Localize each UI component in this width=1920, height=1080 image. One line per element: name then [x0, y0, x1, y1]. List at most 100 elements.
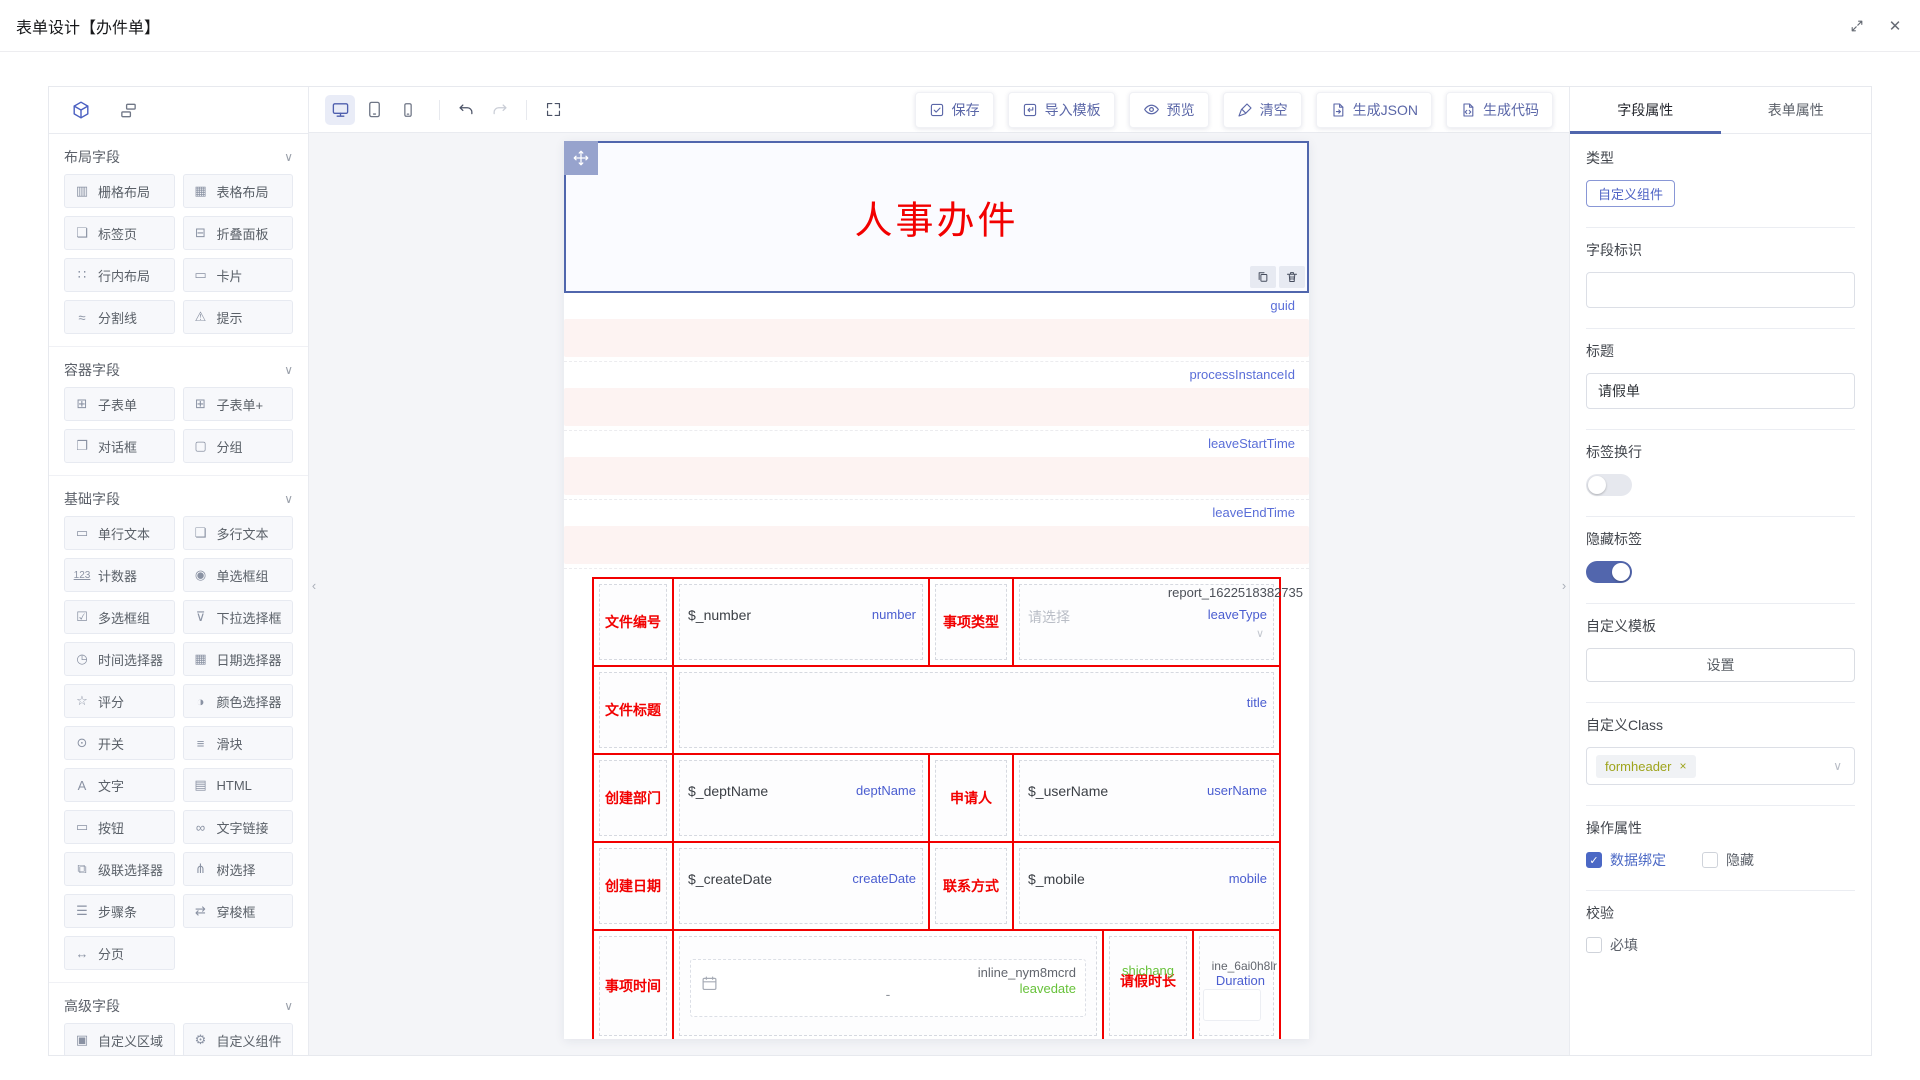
form-cell-daterange[interactable]: inline_nym8mcrdleavedate- — [674, 931, 1104, 1039]
sidebar-item[interactable]: ▢分组 — [183, 429, 294, 463]
duration-input[interactable] — [1203, 989, 1261, 1021]
checkbox-必填[interactable]: 必填 — [1586, 935, 1638, 955]
sidebar-item[interactable]: ⋔树选择 — [183, 852, 294, 886]
sidebar-item[interactable]: ▭按钮 — [64, 810, 175, 844]
form-cell-input[interactable]: $_deptNamedeptName — [674, 755, 930, 841]
form-cell-label[interactable]: 文件标题 — [594, 667, 674, 753]
checkbox-数据绑定[interactable]: ✓数据绑定 — [1586, 850, 1666, 870]
hidden-field-row[interactable]: processInstanceId — [564, 362, 1309, 431]
input-value[interactable]: $_number — [688, 607, 751, 623]
form-cell-input[interactable]: $_mobilemobile — [1014, 843, 1279, 929]
sidebar-item[interactable]: ▭卡片 — [183, 258, 294, 292]
form-cell-duration[interactable]: ine_6ai0h8lrDuration — [1194, 931, 1279, 1039]
section-header[interactable]: 基础字段∨ — [64, 482, 293, 516]
section-header[interactable]: 高级字段∨ — [64, 989, 293, 1023]
input-value[interactable]: $_userName — [1028, 783, 1108, 799]
template-settings-button[interactable]: 设置 — [1586, 648, 1855, 682]
sidebar-item[interactable]: ↔分页 — [64, 936, 175, 970]
section-header[interactable]: 布局字段∨ — [64, 140, 293, 174]
tree-icon[interactable] — [119, 101, 138, 120]
tab-form-properties[interactable]: 表单属性 — [1721, 87, 1872, 133]
close-icon[interactable]: ✕ — [1886, 17, 1904, 35]
sidebar-item[interactable]: ☰步骤条 — [64, 894, 175, 928]
sidebar-item[interactable]: ⧉级联选择器 — [64, 852, 175, 886]
hidden-field-input[interactable] — [564, 319, 1309, 357]
generate-json-button[interactable]: 生成JSON — [1316, 92, 1432, 128]
generate-code-button[interactable]: 生成代码 — [1446, 92, 1553, 128]
sidebar-item[interactable]: ◑颜色选择器 — [183, 684, 294, 718]
form-cell-input[interactable]: title — [674, 667, 1279, 753]
form-cell-label[interactable]: shichang请假时长 — [1104, 931, 1194, 1039]
sidebar-item[interactable]: ≈分割线 — [64, 300, 175, 334]
sidebar-item[interactable]: ⊽下拉选择框 — [183, 600, 294, 634]
sidebar-item[interactable]: ⊙开关 — [64, 726, 175, 760]
sidebar-item[interactable]: ⚠提示 — [183, 300, 294, 334]
form-cell-input[interactable]: $_numbernumber — [674, 579, 930, 665]
sidebar-item[interactable]: ▤HTML — [183, 768, 294, 802]
form-cell-label[interactable]: 创建部门 — [594, 755, 674, 841]
preview-button[interactable]: 预览 — [1129, 92, 1209, 128]
sidebar-item[interactable]: ⊞子表单+ — [183, 387, 294, 421]
form-cell-input[interactable]: $_userNameuserName — [1014, 755, 1279, 841]
sidebar-item[interactable]: ☆评分 — [64, 684, 175, 718]
checkbox-隐藏[interactable]: 隐藏 — [1702, 850, 1754, 870]
sidebar-item[interactable]: ◷时间选择器 — [64, 642, 175, 676]
sidebar-item[interactable]: ⇄穿梭框 — [183, 894, 294, 928]
sidebar-item[interactable]: ▦表格布局 — [183, 174, 294, 208]
sidebar-item[interactable]: ▦日期选择器 — [183, 642, 294, 676]
checkbox-box[interactable] — [1586, 937, 1602, 953]
hidden-field-row[interactable]: guid — [564, 293, 1309, 362]
desktop-icon[interactable] — [325, 95, 355, 125]
form-cell-input[interactable]: $_createDatecreateDate — [674, 843, 930, 929]
sidebar-item[interactable]: ∞文字链接 — [183, 810, 294, 844]
input-value[interactable]: $_deptName — [688, 783, 768, 799]
sidebar-item[interactable]: ∷行内布局 — [64, 258, 175, 292]
sidebar-item[interactable]: ⊞子表单 — [64, 387, 175, 421]
form-cell-label[interactable]: 事项时间 — [594, 931, 674, 1039]
section-header[interactable]: 容器字段∨ — [64, 353, 293, 387]
select-placeholder[interactable]: 请选择 — [1028, 607, 1070, 627]
redo-icon[interactable] — [486, 96, 514, 124]
hidden-field-row[interactable]: leaveStartTime — [564, 431, 1309, 500]
custom-class-select[interactable]: formheader × ∨ — [1586, 747, 1855, 785]
form-cell-label[interactable]: 创建日期 — [594, 843, 674, 929]
collapse-left-handle[interactable]: ‹ — [309, 563, 322, 607]
sidebar-item[interactable]: ▥栅格布局 — [64, 174, 175, 208]
import-template-button[interactable]: 导入模板 — [1008, 92, 1115, 128]
input-value[interactable]: $_mobile — [1028, 871, 1085, 887]
save-button[interactable]: 保存 — [915, 92, 994, 128]
tab-field-properties[interactable]: 字段属性 — [1570, 87, 1721, 133]
sidebar-item[interactable]: ☑多选框组 — [64, 600, 175, 634]
hidden-field-input[interactable] — [564, 457, 1309, 495]
remove-tag-icon[interactable]: × — [1679, 759, 1686, 773]
collapse-right-handle[interactable]: › — [1556, 563, 1569, 607]
form-cell-label[interactable]: 事项类型 — [930, 579, 1014, 665]
phone-icon[interactable] — [393, 95, 423, 125]
checkbox-box[interactable]: ✓ — [1586, 852, 1602, 868]
sidebar-item[interactable]: ▣自定义区域 — [64, 1023, 175, 1055]
move-handle-icon[interactable] — [564, 141, 598, 175]
resize-icon[interactable] — [1848, 17, 1866, 35]
cube-icon[interactable] — [71, 100, 91, 120]
title-input[interactable] — [1586, 373, 1855, 409]
sidebar-item[interactable]: ▭单行文本 — [64, 516, 175, 550]
input-value[interactable]: $_createDate — [688, 871, 772, 887]
clear-button[interactable]: 清空 — [1223, 92, 1302, 128]
sidebar-item[interactable]: ≡滑块 — [183, 726, 294, 760]
sidebar-item[interactable]: ❐对话框 — [64, 429, 175, 463]
tablet-icon[interactable] — [359, 95, 389, 125]
form-cell-label[interactable]: 申请人 — [930, 755, 1014, 841]
checkbox-box[interactable] — [1702, 852, 1718, 868]
sidebar-item[interactable]: ◉单选框组 — [183, 558, 294, 592]
sidebar-item[interactable]: ❏多行文本 — [183, 516, 294, 550]
field-id-input[interactable] — [1586, 272, 1855, 308]
label-wrap-toggle[interactable] — [1586, 474, 1632, 496]
copy-icon[interactable] — [1250, 266, 1276, 288]
undo-icon[interactable] — [452, 96, 480, 124]
form-cell-label[interactable]: 联系方式 — [930, 843, 1014, 929]
sidebar-item[interactable]: A文字 — [64, 768, 175, 802]
form-header-component-selected[interactable]: 人事办件 — [564, 141, 1309, 293]
sidebar-item[interactable]: 123计数器 — [64, 558, 175, 592]
hidden-field-row[interactable]: leaveEndTime — [564, 500, 1309, 569]
hidden-field-input[interactable] — [564, 388, 1309, 426]
